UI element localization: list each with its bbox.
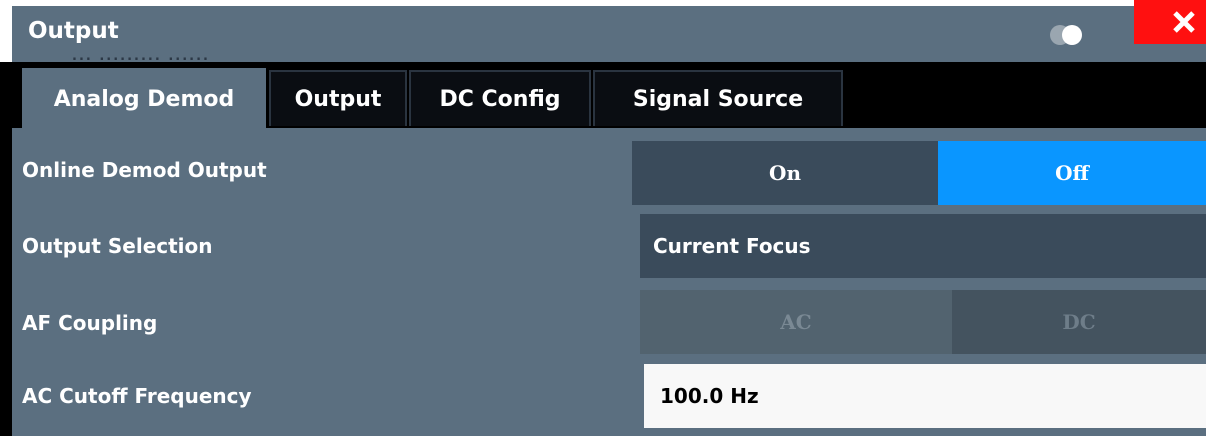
dialog-title: Output — [28, 18, 119, 44]
close-icon — [1173, 11, 1195, 33]
af-coupling-dc-button[interactable]: DC — [952, 290, 1206, 354]
close-button[interactable] — [1134, 0, 1206, 44]
af-coupling-ac-button[interactable]: AC — [640, 290, 952, 354]
ac-cutoff-frequency-label: AC Cutoff Frequency — [22, 384, 252, 408]
ac-cutoff-frequency-input[interactable]: 100.0 Hz — [644, 364, 1206, 428]
tab-strip: Analog Demod Output DC Config Signal Sou… — [12, 62, 1206, 128]
online-demod-output-label: Online Demod Output — [22, 158, 267, 182]
output-selection-dropdown[interactable]: Current Focus — [640, 214, 1206, 278]
online-demod-output-toggle: On Off — [632, 141, 1206, 205]
transparency-toggle-icon[interactable] — [1047, 24, 1087, 46]
output-dialog: Output ... ......... ...... Analog Demod… — [0, 0, 1206, 436]
tab-dc-config[interactable]: DC Config — [409, 70, 591, 126]
output-selection-label: Output Selection — [22, 234, 213, 258]
title-bar: Output ... ......... ...... — [0, 0, 1206, 62]
online-demod-off-button[interactable]: Off — [938, 141, 1206, 205]
af-coupling-toggle: AC DC — [640, 290, 1206, 354]
tab-signal-source[interactable]: Signal Source — [593, 70, 843, 126]
tab-analog-demod[interactable]: Analog Demod — [22, 68, 266, 128]
analog-demod-panel: Online Demod Output On Off Output Select… — [12, 128, 1206, 436]
tab-output[interactable]: Output — [269, 70, 407, 126]
online-demod-on-button[interactable]: On — [632, 141, 938, 205]
background-text: ... ......... ...... — [72, 54, 210, 62]
af-coupling-label: AF Coupling — [22, 311, 158, 335]
